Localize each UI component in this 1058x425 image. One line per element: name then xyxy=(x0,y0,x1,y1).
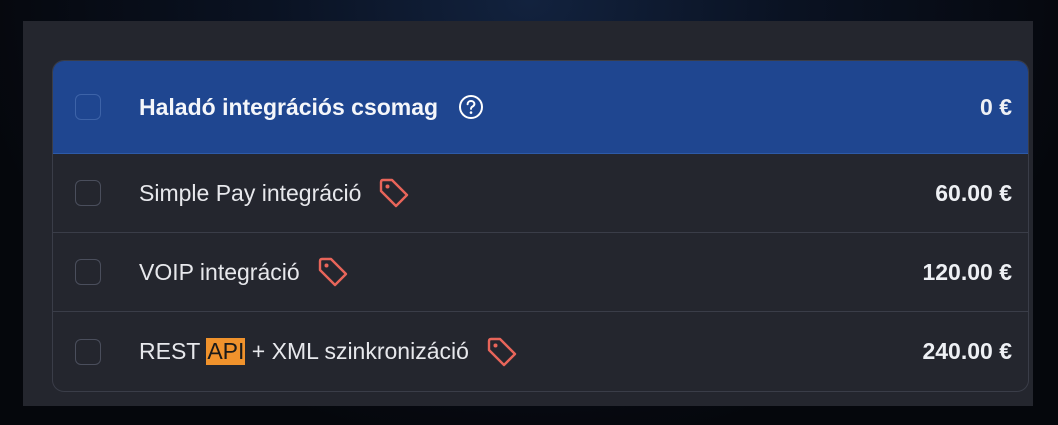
integration-row-rest-api[interactable]: REST API + XML szinkronizáció 240.00 € xyxy=(53,312,1028,391)
simple-pay-checkbox[interactable] xyxy=(75,180,101,206)
voip-label: VOIP integráció xyxy=(139,258,300,285)
voip-checkbox[interactable] xyxy=(75,259,101,285)
tag-icon xyxy=(318,257,347,287)
voip-price: 120.00 € xyxy=(922,258,1012,285)
package-title: Haladó integrációs csomag xyxy=(139,93,439,120)
search-highlight: API xyxy=(206,338,246,365)
rest-api-checkbox[interactable] xyxy=(75,338,101,365)
simple-pay-label-wrap: Simple Pay integráció xyxy=(139,176,411,210)
package-header-row[interactable]: Haladó integrációs csomag 0 € xyxy=(53,61,1028,154)
simple-pay-label: Simple Pay integráció xyxy=(139,179,362,206)
simple-pay-price: 60.00 € xyxy=(935,179,1012,206)
voip-label-wrap: VOIP integráció xyxy=(139,255,350,289)
integration-row-voip[interactable]: VOIP integráció 120.00 € xyxy=(53,233,1028,312)
tag-icon xyxy=(380,178,409,208)
integrations-panel: Haladó integrációs csomag 0 € Simple Pay… xyxy=(23,21,1033,406)
integration-package-card: Haladó integrációs csomag 0 € Simple Pay… xyxy=(52,60,1029,392)
package-price: 0 € xyxy=(980,93,1012,120)
integration-row-simple-pay[interactable]: Simple Pay integráció 60.00 € xyxy=(53,154,1028,233)
tag-icon xyxy=(487,337,517,366)
package-title-wrap: Haladó integrációs csomag xyxy=(139,94,484,121)
rest-api-label-suffix: + XML szinkronizáció xyxy=(245,338,469,364)
package-checkbox[interactable] xyxy=(75,94,101,120)
help-icon[interactable] xyxy=(458,94,484,120)
rest-api-price: 240.00 € xyxy=(922,338,1012,364)
rest-api-label-wrap: REST API + XML szinkronizáció xyxy=(139,335,519,369)
rest-api-label-prefix: REST xyxy=(139,338,207,364)
